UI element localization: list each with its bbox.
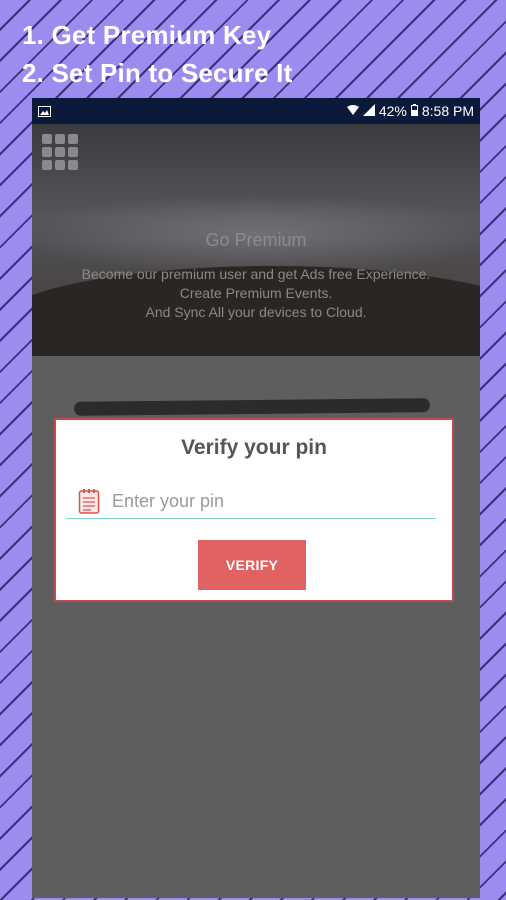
- banner-title: Go Premium: [205, 230, 307, 250]
- notepad-icon: [78, 488, 100, 514]
- promo-line-2: 2. Set Pin to Secure It: [22, 58, 293, 88]
- banner-text-1: Become our premium user and get Ads free…: [81, 266, 431, 282]
- banner-text-2: Create Premium Events.: [179, 285, 333, 301]
- clock: 8:58 PM: [421, 103, 474, 119]
- status-bar: 42% 8:58 PM: [32, 98, 480, 124]
- status-right: 42% 8:58 PM: [346, 103, 474, 119]
- menu-grid-icon[interactable]: [42, 134, 78, 170]
- pin-input-underline: [66, 518, 436, 519]
- premium-banner: Go Premium Become our premium user and g…: [32, 124, 480, 356]
- redaction-scribble: [73, 398, 431, 416]
- promo-line-1: 1. Get Premium Key: [22, 20, 272, 50]
- phone-screen: 42% 8:58 PM Go Premium Become our premiu…: [32, 98, 480, 898]
- battery-level: 42%: [378, 103, 407, 119]
- image-icon: [38, 104, 51, 120]
- dialog-title: Verify your pin: [181, 436, 327, 459]
- verify-pin-dialog: Verify your pin VERIFY: [54, 418, 454, 602]
- signal-icon: [362, 103, 375, 119]
- pin-input[interactable]: [112, 488, 422, 514]
- verify-button[interactable]: VERIFY: [198, 540, 306, 590]
- battery-icon: [410, 103, 418, 119]
- banner-text-3: And Sync All your devices to Cloud.: [145, 304, 367, 320]
- wifi-icon: [346, 103, 359, 119]
